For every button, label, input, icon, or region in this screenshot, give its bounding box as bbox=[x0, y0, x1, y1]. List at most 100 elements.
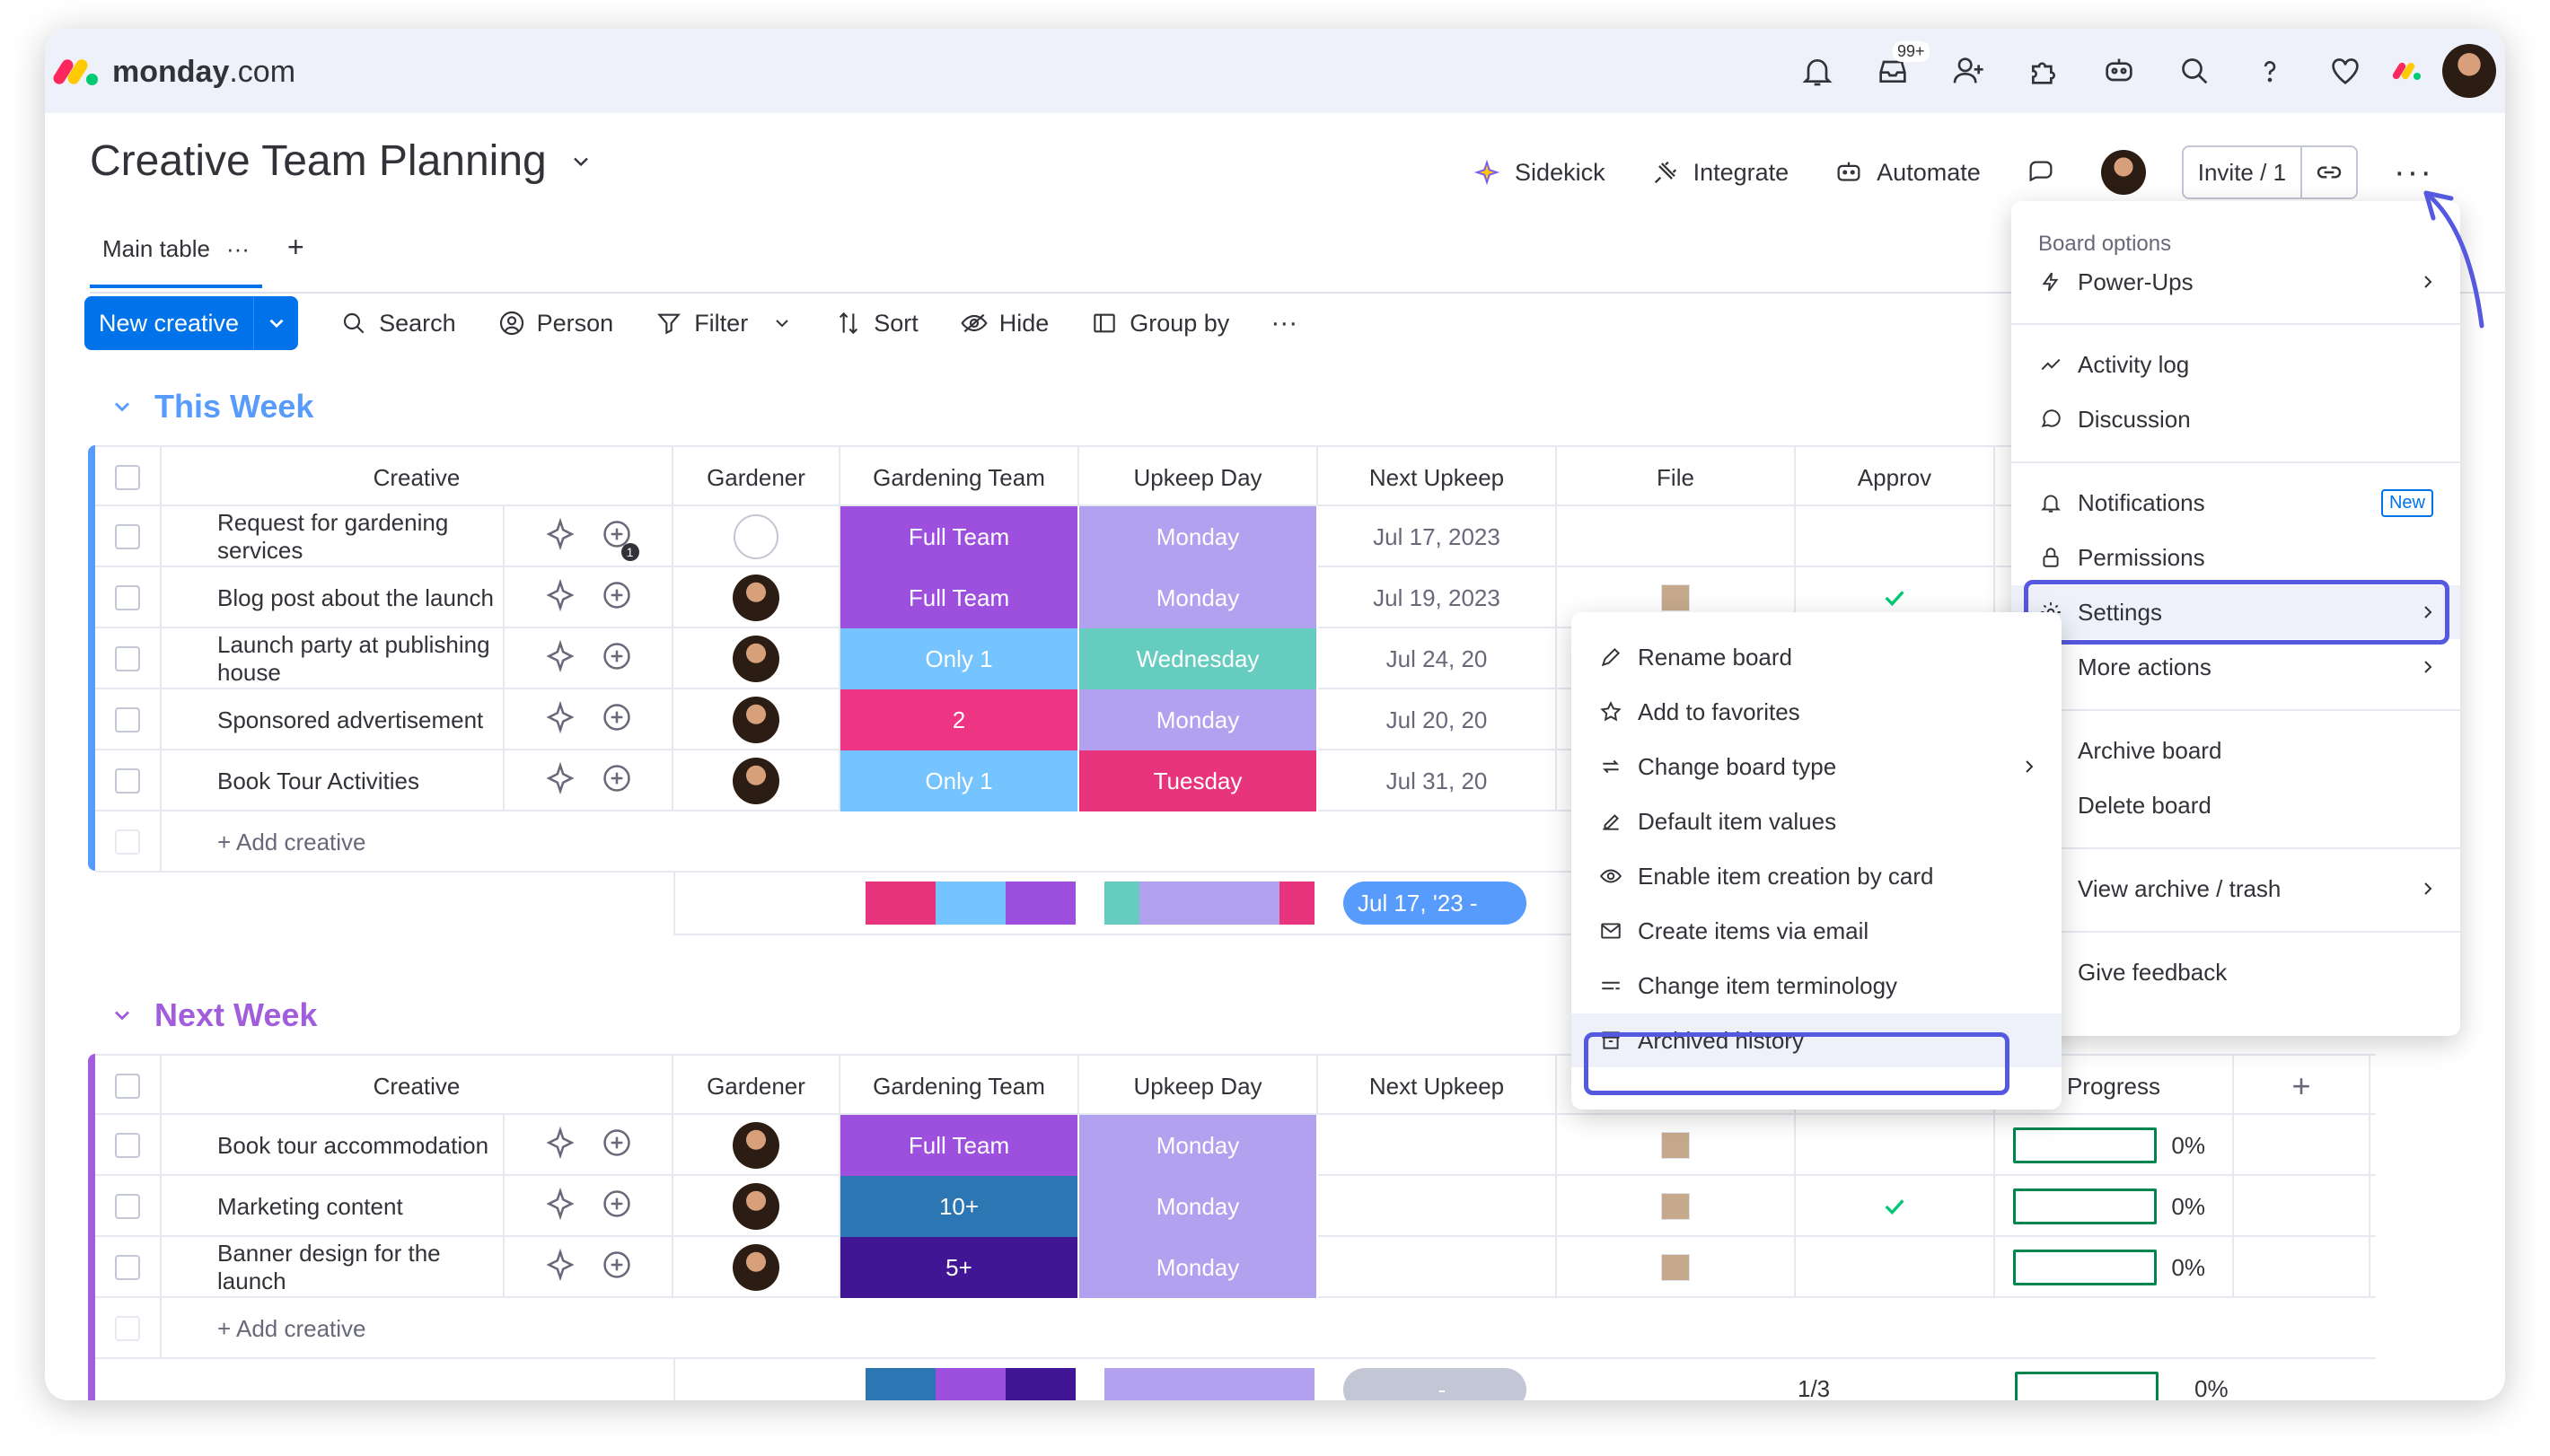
filter-button[interactable]: Filter bbox=[655, 309, 793, 338]
cell-icons[interactable] bbox=[503, 1237, 673, 1298]
user-avatar[interactable] bbox=[2433, 39, 2505, 102]
column-header-cb[interactable] bbox=[95, 447, 162, 508]
add-update-icon[interactable] bbox=[600, 761, 634, 802]
cell-next[interactable]: Jul 20, 20 bbox=[1318, 689, 1557, 750]
cell-gardener[interactable] bbox=[673, 1237, 840, 1298]
cell-day[interactable]: Monday bbox=[1079, 1115, 1318, 1176]
cell-next[interactable] bbox=[1318, 1237, 1557, 1298]
cell-next[interactable]: Jul 31, 20 bbox=[1318, 750, 1557, 811]
cell-next[interactable] bbox=[1318, 1115, 1557, 1176]
cell-team[interactable]: Full Team bbox=[840, 506, 1079, 567]
cell-gardener[interactable] bbox=[673, 506, 840, 567]
day-summary-bar[interactable] bbox=[1104, 1368, 1315, 1400]
file-thumbnail-icon[interactable] bbox=[1661, 1254, 1690, 1281]
row-checkbox[interactable] bbox=[115, 524, 140, 549]
cell-gardener[interactable] bbox=[673, 750, 840, 811]
team-summary-bar[interactable] bbox=[866, 881, 1076, 925]
cell-team[interactable]: Full Team bbox=[840, 567, 1079, 628]
cell-icons[interactable] bbox=[503, 567, 673, 628]
item-name[interactable]: Sponsored advertisement bbox=[217, 706, 483, 734]
menu-item-create-items-via-email[interactable]: Create items via email bbox=[1571, 904, 2062, 958]
apps-icon[interactable] bbox=[2006, 39, 2081, 102]
item-name[interactable]: Launch party at publishing house bbox=[217, 631, 503, 687]
item-name[interactable]: Request for gardening services bbox=[217, 509, 503, 565]
column-header-gardener[interactable]: Gardener bbox=[673, 447, 840, 508]
cell-gardener[interactable] bbox=[673, 689, 840, 750]
empty-person-icon[interactable] bbox=[734, 514, 778, 559]
menu-item-change-item-terminology[interactable]: Change item terminology bbox=[1571, 959, 2062, 1013]
gardener-avatar[interactable] bbox=[733, 758, 779, 804]
cell-gardener[interactable] bbox=[673, 628, 840, 689]
ai-sparkle-icon[interactable] bbox=[543, 1126, 577, 1166]
board-title[interactable]: Creative Team Planning bbox=[90, 136, 594, 186]
cell-team[interactable]: Only 1 bbox=[840, 628, 1079, 689]
column-header-add[interactable]: + bbox=[2234, 1056, 2370, 1117]
cell-day[interactable]: Monday bbox=[1079, 689, 1318, 750]
row-checkbox[interactable] bbox=[115, 585, 140, 610]
add-update-icon[interactable] bbox=[600, 700, 634, 741]
table-row[interactable]: Banner design for the launch 5+ Monday 0% bbox=[95, 1237, 2376, 1298]
cell-cb[interactable] bbox=[95, 1176, 162, 1237]
cell-approved[interactable] bbox=[1796, 1176, 1995, 1237]
cell-team[interactable]: 2 bbox=[840, 689, 1079, 750]
gardener-avatar[interactable] bbox=[733, 1122, 779, 1169]
cell-file[interactable] bbox=[1557, 1115, 1796, 1176]
integrate-button[interactable]: Integrate bbox=[1650, 157, 1789, 188]
add-view-button[interactable]: + bbox=[287, 231, 304, 264]
gardener-avatar[interactable] bbox=[733, 636, 779, 682]
ai-sparkle-icon[interactable] bbox=[543, 517, 577, 557]
cell-file[interactable] bbox=[1557, 1237, 1796, 1298]
chevron-down-icon[interactable] bbox=[110, 394, 135, 419]
person-filter-button[interactable]: Person bbox=[497, 309, 613, 338]
heart-icon[interactable] bbox=[2308, 39, 2383, 102]
monday-logo[interactable]: monday.com bbox=[51, 47, 295, 97]
menu-item-change-board-type[interactable]: Change board type bbox=[1571, 740, 2062, 794]
cell-cb[interactable] bbox=[95, 567, 162, 628]
add-update-icon[interactable]: 1 bbox=[600, 517, 639, 561]
cell-approved[interactable] bbox=[1796, 1237, 1995, 1298]
cell-icons[interactable] bbox=[503, 689, 673, 750]
tab-main-table[interactable]: Main table ··· bbox=[90, 213, 262, 288]
add-update-icon[interactable] bbox=[600, 1126, 634, 1166]
team-summary-bar[interactable] bbox=[866, 1368, 1076, 1400]
cell-progress[interactable]: 0% bbox=[1995, 1115, 2234, 1176]
menu-item-archive-board[interactable]: Archive board bbox=[2011, 724, 2460, 777]
item-name[interactable]: Marketing content bbox=[217, 1193, 403, 1221]
cell-icons[interactable] bbox=[503, 628, 673, 689]
cell-day[interactable]: Monday bbox=[1079, 506, 1318, 567]
ai-sparkle-icon[interactable] bbox=[543, 639, 577, 680]
cell-creative[interactable]: Sponsored advertisement bbox=[162, 689, 503, 750]
add-item-row[interactable]: + Add creative bbox=[95, 1298, 2376, 1359]
cell-progress[interactable]: 0% bbox=[1995, 1237, 2234, 1298]
sort-button[interactable]: Sort bbox=[834, 309, 919, 338]
menu-item-add-to-favorites[interactable]: Add to favorites bbox=[1571, 685, 2062, 739]
toolbar-more-button[interactable]: ··· bbox=[1271, 308, 1297, 338]
workspace-logo-icon[interactable] bbox=[2383, 39, 2433, 102]
column-header-creative[interactable]: Creative bbox=[162, 1056, 673, 1117]
item-name[interactable]: Banner design for the launch bbox=[217, 1240, 503, 1295]
column-header-next[interactable]: Next Upkeep bbox=[1318, 1056, 1557, 1117]
cell-approved[interactable] bbox=[1796, 1115, 1995, 1176]
menu-item-notifications[interactable]: Notifications New bbox=[2011, 476, 2460, 530]
cell-icons[interactable] bbox=[503, 1176, 673, 1237]
column-header-next[interactable]: Next Upkeep bbox=[1318, 447, 1557, 508]
select-all-checkbox[interactable] bbox=[115, 465, 140, 490]
search-icon[interactable] bbox=[2157, 39, 2232, 102]
row-checkbox[interactable] bbox=[115, 646, 140, 671]
cell-icons[interactable]: 1 bbox=[503, 506, 673, 567]
cell-day[interactable]: Tuesday bbox=[1079, 750, 1318, 811]
new-item-button[interactable]: New creative bbox=[84, 296, 299, 350]
row-checkbox[interactable] bbox=[115, 1255, 140, 1280]
search-button[interactable]: Search bbox=[339, 309, 456, 338]
day-summary-bar[interactable] bbox=[1104, 881, 1315, 925]
file-thumbnail-icon[interactable] bbox=[1661, 584, 1690, 611]
ai-sparkle-icon[interactable] bbox=[543, 1187, 577, 1227]
cell-add[interactable] bbox=[2234, 1115, 2370, 1176]
cell-progress[interactable]: 0% bbox=[1995, 1176, 2234, 1237]
add-update-icon[interactable] bbox=[600, 1187, 634, 1227]
cell-file[interactable] bbox=[1557, 506, 1796, 567]
menu-item-more-actions[interactable]: ···More actions bbox=[2011, 640, 2460, 694]
cell-day[interactable]: Monday bbox=[1079, 1176, 1318, 1237]
board-member-avatar[interactable] bbox=[2100, 150, 2146, 195]
cell-gardener[interactable] bbox=[673, 1115, 840, 1176]
